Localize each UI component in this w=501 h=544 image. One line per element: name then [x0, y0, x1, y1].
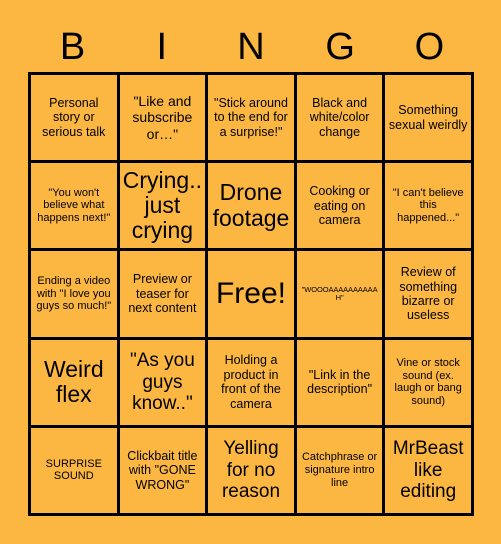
bingo-cell-label: MrBeast like editing [392, 438, 464, 503]
bingo-cell-r2c2[interactable]: Crying.. just crying [119, 163, 209, 252]
bingo-cell-label: Black and white/color change [309, 96, 370, 139]
bingo-cell-label: Clickbait title with "GONE WRONG" [127, 448, 198, 492]
bingo-card: B I N G O Personal story or serious talk… [0, 0, 501, 544]
bingo-cell-r3c3[interactable]: Free! [208, 251, 297, 340]
bingo-cell-r3c4[interactable]: "WOOOAAAAAAAAAAH" [296, 251, 386, 340]
bingo-cell-r2c3[interactable]: Drone footage [208, 163, 297, 252]
bingo-cell-r4c1[interactable]: Weird flex [31, 339, 120, 428]
bingo-cell-label: "WOOOAAAAAAAAAAH" [301, 284, 378, 302]
bingo-cell-label: Drone footage [212, 179, 290, 231]
bingo-cell-label: SURPRISE SOUND [45, 457, 102, 483]
bingo-cell-label: "You won't believe what happens next!" [37, 186, 111, 225]
bingo-cell-r4c2[interactable]: "As you guys know.." [119, 339, 209, 428]
bingo-cell-r1c1[interactable]: Personal story or serious talk [31, 75, 120, 164]
bingo-cell-r3c5[interactable]: Review of something bizarre or useless [385, 251, 474, 340]
bingo-cell-r1c2[interactable]: "Like and subscribe or…" [119, 75, 209, 164]
bingo-grid: Personal story or serious talk "Like and … [28, 72, 474, 516]
bingo-cell-label: "I can't believe this happened..." [392, 186, 464, 225]
bingo-header-letter-b: B [59, 26, 86, 68]
bingo-cell-r4c5[interactable]: Vine or stock sound (ex. laugh or bang s… [385, 339, 474, 428]
bingo-header-letter-n: N [237, 26, 265, 68]
bingo-cell-label: Catchphrase or signature intro line [301, 451, 378, 489]
bingo-cell-r5c2[interactable]: Clickbait title with "GONE WRONG" [119, 427, 209, 516]
bingo-cell-label: "Like and subscribe or…" [132, 92, 193, 142]
bingo-header-letter-i: I [156, 26, 168, 68]
bingo-cell-label: "Stick around to the end for a surprise!… [214, 96, 288, 139]
bingo-cell-label: Personal story or serious talk [42, 96, 106, 139]
bingo-cell-label: Yelling for no reason [221, 438, 281, 503]
bingo-cell-r1c5[interactable]: Something sexual weirdly [385, 75, 474, 164]
bingo-cell-r1c4[interactable]: Black and white/color change [296, 75, 386, 164]
bingo-cell-label: "As you guys know.." [129, 350, 195, 414]
bingo-cell-r3c2[interactable]: Preview or teaser for next content [119, 251, 209, 340]
bingo-cell-label: Holding a product in front of the camera [221, 353, 281, 411]
bingo-cell-label: Crying.. just crying [122, 166, 203, 244]
bingo-header: B I N G O [28, 22, 474, 72]
bingo-cell-label: Free! [215, 277, 286, 311]
bingo-cell-r2c4[interactable]: Cooking or eating on camera [296, 163, 386, 252]
bingo-cell-label: Review of something bizarre or useless [399, 265, 458, 323]
bingo-cell-label: "Link in the description" [307, 367, 373, 397]
bingo-cell-r2c5[interactable]: "I can't believe this happened..." [385, 163, 474, 252]
bingo-cell-r2c1[interactable]: "You won't believe what happens next!" [31, 163, 120, 252]
bingo-cell-r4c3[interactable]: Holding a product in front of the camera [208, 339, 297, 428]
bingo-cell-label: Vine or stock sound (ex. laugh or bang s… [394, 356, 462, 407]
bingo-cell-label: Preview or teaser for next content [128, 272, 197, 316]
bingo-cell-label: Something sexual weirdly [388, 103, 468, 132]
bingo-header-letter-g: G [325, 26, 355, 68]
bingo-cell-r4c4[interactable]: "Link in the description" [296, 339, 386, 428]
bingo-cell-r5c5[interactable]: MrBeast like editing [385, 427, 474, 516]
bingo-cell-r1c3[interactable]: "Stick around to the end for a surprise!… [208, 75, 297, 164]
bingo-cell-label: Weird flex [43, 355, 104, 408]
bingo-header-letter-o: O [414, 26, 445, 68]
bingo-cell-label: Ending a video with "I love you guys so … [36, 275, 112, 313]
bingo-cell-r5c4[interactable]: Catchphrase or signature intro line [296, 427, 386, 516]
bingo-cell-r5c1[interactable]: SURPRISE SOUND [31, 427, 120, 516]
bingo-cell-r5c3[interactable]: Yelling for no reason [208, 427, 297, 516]
bingo-cell-r3c1[interactable]: Ending a video with "I love you guys so … [31, 251, 120, 340]
bingo-cell-label: Cooking or eating on camera [309, 184, 370, 227]
